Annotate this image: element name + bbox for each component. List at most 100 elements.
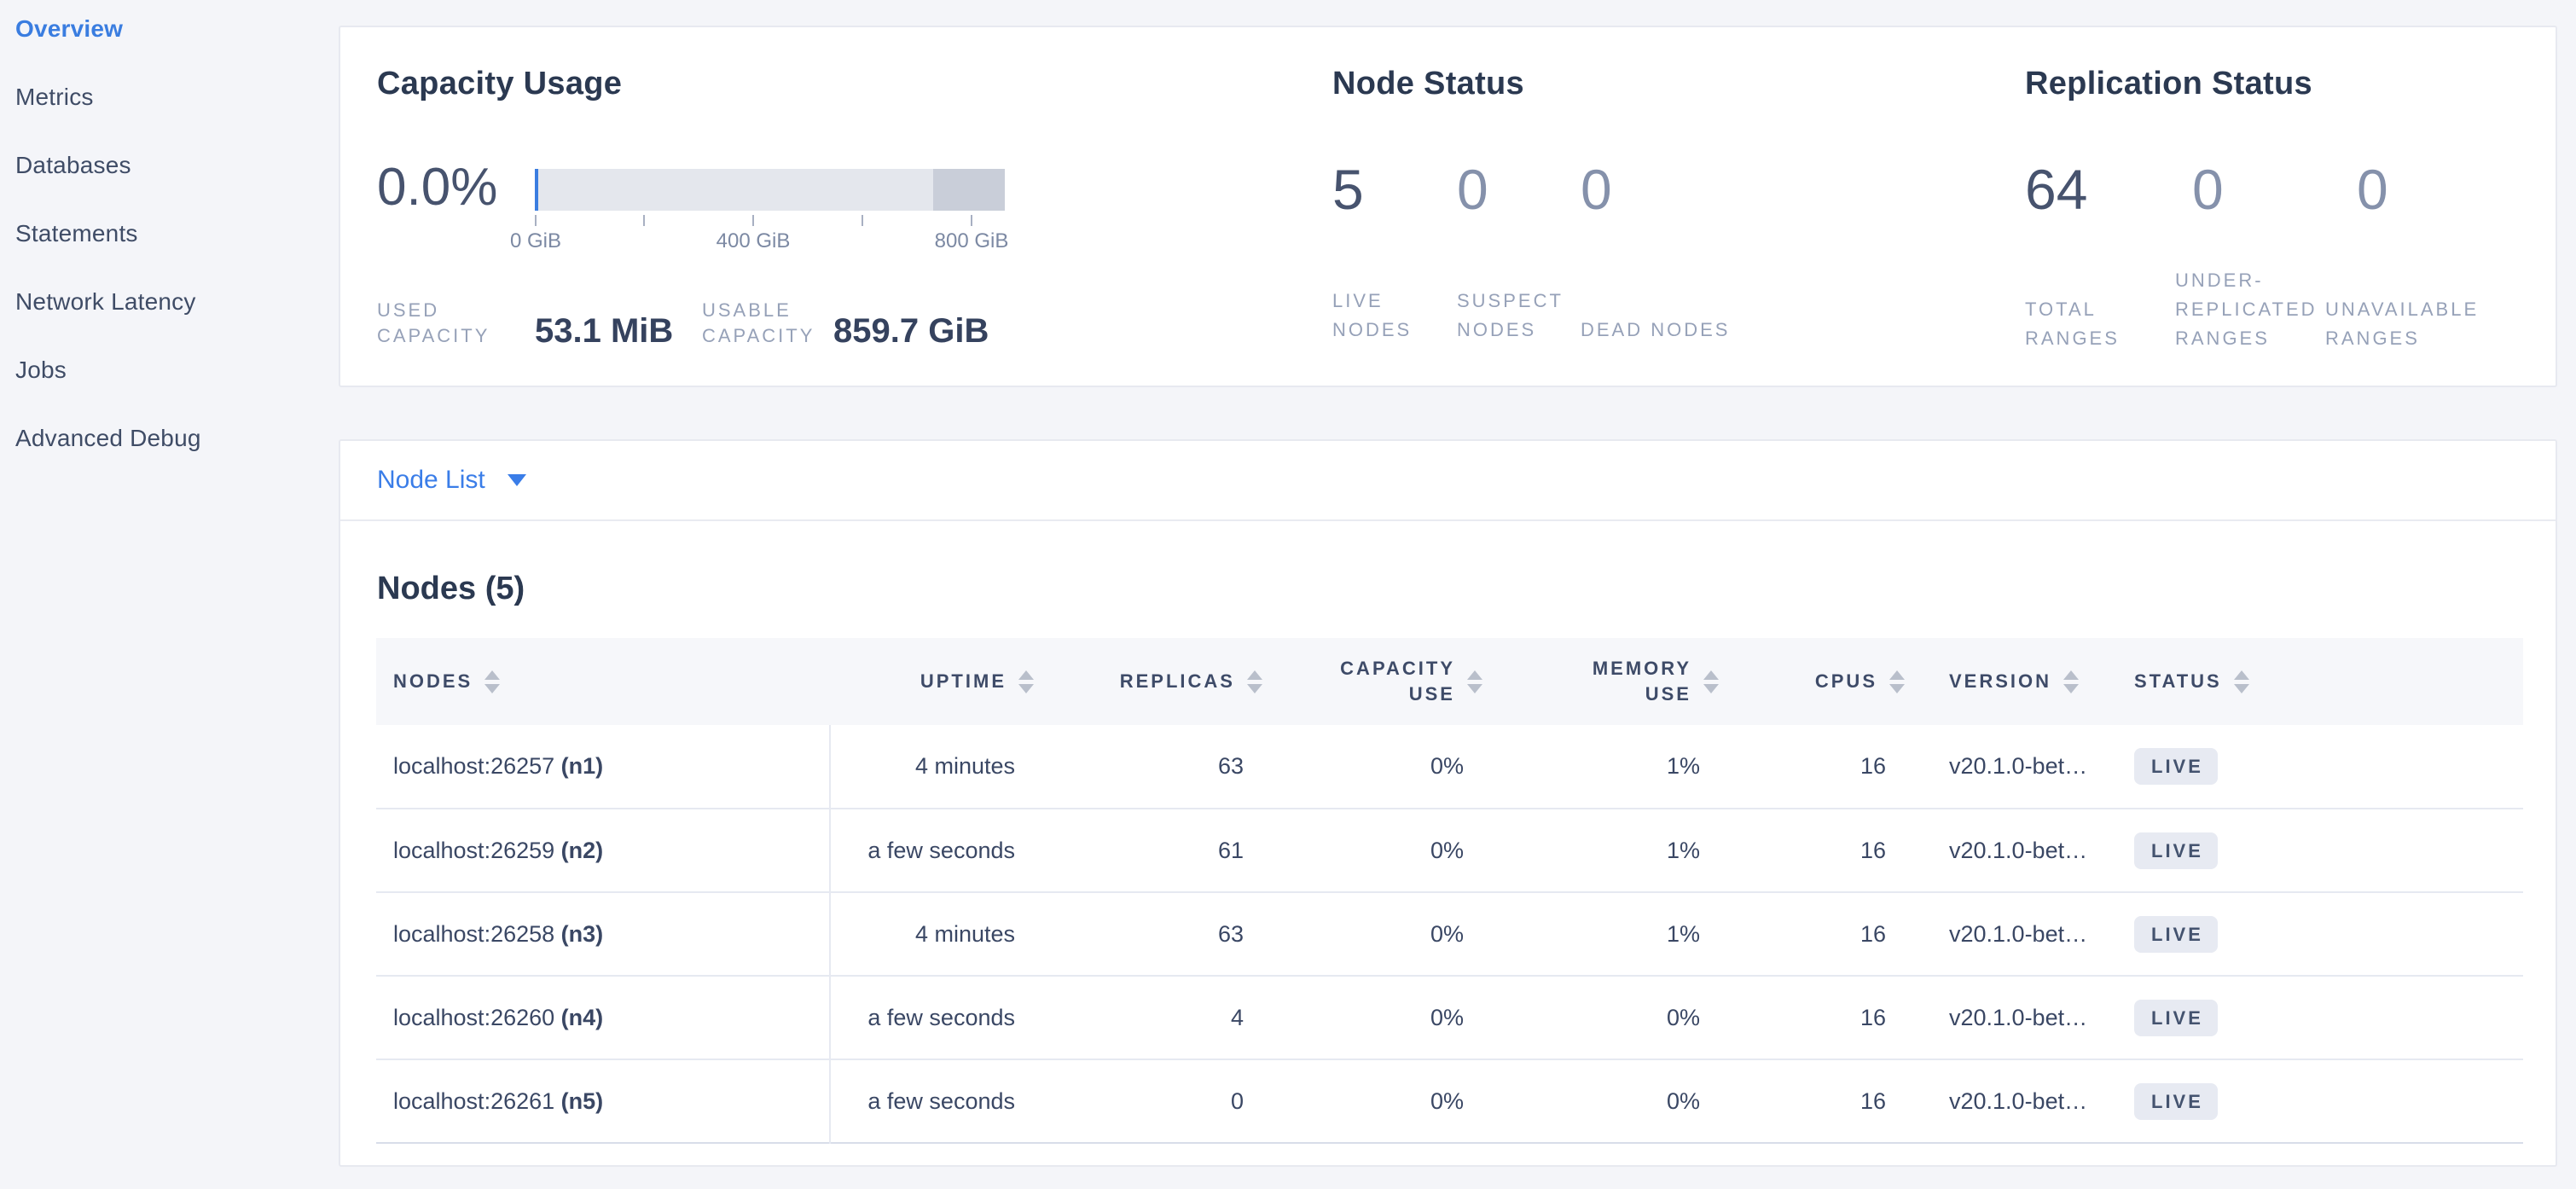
live-nodes-label: LIVE NODES: [1332, 287, 1457, 345]
under-replicated-ranges-label: UNDER-REPLICATED RANGES: [2175, 266, 2325, 353]
memory-use-cell: 1%: [1482, 892, 1719, 976]
sidebar-item-jobs[interactable]: Jobs: [15, 350, 339, 418]
capacity-axis-ticks: [535, 211, 1005, 228]
version-cell: v20.1.0-bet…: [1905, 976, 2100, 1059]
uptime-cell: a few seconds: [830, 976, 1034, 1059]
node-status-section: Node Status 5 0 0 LIVE NODES SUSPECT NOD…: [1332, 27, 1998, 345]
uptime-cell: a few seconds: [830, 809, 1034, 892]
sidebar-item-databases[interactable]: Databases: [15, 145, 339, 213]
replicas-cell: 0: [1034, 1059, 1262, 1143]
cluster-summary-card: Capacity Usage 0.0%: [339, 26, 2557, 387]
used-capacity-label: USED CAPACITY: [377, 298, 535, 349]
unavailable-ranges-label: UNAVAILABLE RANGES: [2325, 295, 2475, 353]
axis-label-800gib: 800 GiB: [935, 229, 1009, 253]
status-badge: LIVE: [2134, 916, 2218, 953]
cpus-cell: 16: [1719, 725, 1905, 809]
dead-nodes-label: DEAD NODES: [1581, 316, 1731, 345]
node-address-cell: localhost:26260 (n4): [376, 976, 830, 1059]
version-cell: v20.1.0-bet…: [1905, 1059, 2100, 1143]
table-row-node-n2[interactable]: localhost:26259 (n2) a few seconds 61 0%…: [376, 809, 2523, 892]
sort-icon: [2234, 670, 2249, 693]
table-row-node-n3[interactable]: localhost:26258 (n3) 4 minutes 63 0% 1% …: [376, 892, 2523, 976]
sidebar-item-statements[interactable]: Statements: [15, 213, 339, 281]
node-address-cell: localhost:26261 (n5): [376, 1059, 830, 1143]
status-badge: LIVE: [2134, 1000, 2218, 1036]
column-header-cpus[interactable]: CPUS: [1719, 638, 1905, 725]
replicas-cell: 63: [1034, 725, 1262, 809]
status-cell: LIVE: [2100, 725, 2523, 809]
cpus-cell: 16: [1719, 976, 1905, 1059]
capacity-use-cell: 0%: [1262, 892, 1482, 976]
axis-label-0gib: 0 GiB: [510, 229, 561, 253]
cpus-cell: 16: [1719, 1059, 1905, 1143]
memory-use-cell: 1%: [1482, 725, 1719, 809]
column-header-capacity-use[interactable]: CAPACITY USE: [1262, 638, 1482, 725]
suspect-nodes-count: 0: [1457, 160, 1581, 218]
cockroachdb-admin-overview-page: Overview Metrics Databases Statements Ne…: [0, 0, 2576, 1189]
node-address-cell: localhost:26257 (n1): [376, 725, 830, 809]
replication-status-title: Replication Status: [2025, 67, 2537, 101]
uptime-cell: 4 minutes: [830, 892, 1034, 976]
version-cell: v20.1.0-bet…: [1905, 809, 2100, 892]
node-list-card: Node List Nodes (5) NODES UPTIME: [339, 439, 2557, 1167]
uptime-cell: a few seconds: [830, 1059, 1034, 1143]
sort-icon: [1467, 670, 1482, 693]
column-header-replicas[interactable]: REPLICAS: [1034, 638, 1262, 725]
replicas-cell: 61: [1034, 809, 1262, 892]
table-row-node-n5[interactable]: localhost:26261 (n5) a few seconds 0 0% …: [376, 1059, 2523, 1143]
sort-icon: [1889, 670, 1905, 693]
sidebar-item-network-latency[interactable]: Network Latency: [15, 281, 339, 350]
capacity-use-cell: 0%: [1262, 809, 1482, 892]
capacity-use-cell: 0%: [1262, 725, 1482, 809]
replicas-cell: 63: [1034, 892, 1262, 976]
sidebar-item-metrics[interactable]: Metrics: [15, 77, 339, 145]
sidebar-nav: Overview Metrics Databases Statements Ne…: [0, 0, 339, 1189]
cpus-cell: 16: [1719, 892, 1905, 976]
sort-icon: [1703, 670, 1719, 693]
status-badge: LIVE: [2134, 1083, 2218, 1120]
usable-capacity-value: 859.7 GiB: [833, 313, 989, 349]
node-status-title: Node Status: [1332, 67, 1998, 101]
memory-use-cell: 0%: [1482, 1059, 1719, 1143]
suspect-nodes-label: SUSPECT NODES: [1457, 287, 1581, 345]
table-row-node-n4[interactable]: localhost:26260 (n4) a few seconds 4 0% …: [376, 976, 2523, 1059]
nodes-table: NODES UPTIME REPLICAS CAPACITY USE: [376, 638, 2523, 1144]
column-header-version[interactable]: VERSION: [1905, 638, 2100, 725]
sidebar-item-overview[interactable]: Overview: [15, 9, 339, 77]
table-row-node-n1[interactable]: localhost:26257 (n1) 4 minutes 63 0% 1% …: [376, 725, 2523, 809]
unavailable-ranges-count: 0: [2357, 160, 2537, 218]
node-list-dropdown[interactable]: Node List: [377, 466, 526, 495]
nodes-table-title: Nodes (5): [377, 571, 2556, 607]
status-cell: LIVE: [2100, 1059, 2523, 1143]
capacity-axis-labels: 0 GiB 400 GiB 800 GiB: [535, 229, 1005, 253]
sort-icon: [2063, 670, 2079, 693]
usable-capacity-label: USABLE CAPACITY: [702, 298, 833, 349]
sort-icon: [484, 670, 500, 693]
node-list-dropdown-label: Node List: [377, 466, 485, 495]
version-cell: v20.1.0-bet…: [1905, 892, 2100, 976]
used-capacity-value: 53.1 MiB: [535, 313, 702, 349]
column-header-nodes[interactable]: NODES: [376, 638, 830, 725]
version-cell: v20.1.0-bet…: [1905, 725, 2100, 809]
column-header-uptime[interactable]: UPTIME: [830, 638, 1034, 725]
capacity-used-percent: 0.0%: [377, 160, 535, 215]
capacity-bar-used-marker: [535, 169, 538, 211]
column-header-memory-use[interactable]: MEMORY USE: [1482, 638, 1719, 725]
live-nodes-count: 5: [1332, 160, 1457, 218]
column-header-status[interactable]: STATUS: [2100, 638, 2523, 725]
capacity-bar-chart: 0 GiB 400 GiB 800 GiB: [535, 160, 1030, 253]
status-badge: LIVE: [2134, 748, 2218, 785]
sidebar-item-advanced-debug[interactable]: Advanced Debug: [15, 418, 339, 486]
total-ranges-count: 64: [2025, 160, 2192, 218]
dead-nodes-count: 0: [1581, 160, 1751, 218]
status-cell: LIVE: [2100, 892, 2523, 976]
uptime-cell: 4 minutes: [830, 725, 1034, 809]
capacity-use-cell: 0%: [1262, 976, 1482, 1059]
replicas-cell: 4: [1034, 976, 1262, 1059]
table-header-row: NODES UPTIME REPLICAS CAPACITY USE: [376, 638, 2523, 725]
status-badge: LIVE: [2134, 832, 2218, 869]
capacity-usage-section: Capacity Usage 0.0%: [377, 27, 1332, 349]
memory-use-cell: 0%: [1482, 976, 1719, 1059]
total-ranges-label: TOTAL RANGES: [2025, 295, 2175, 353]
node-address-cell: localhost:26259 (n2): [376, 809, 830, 892]
